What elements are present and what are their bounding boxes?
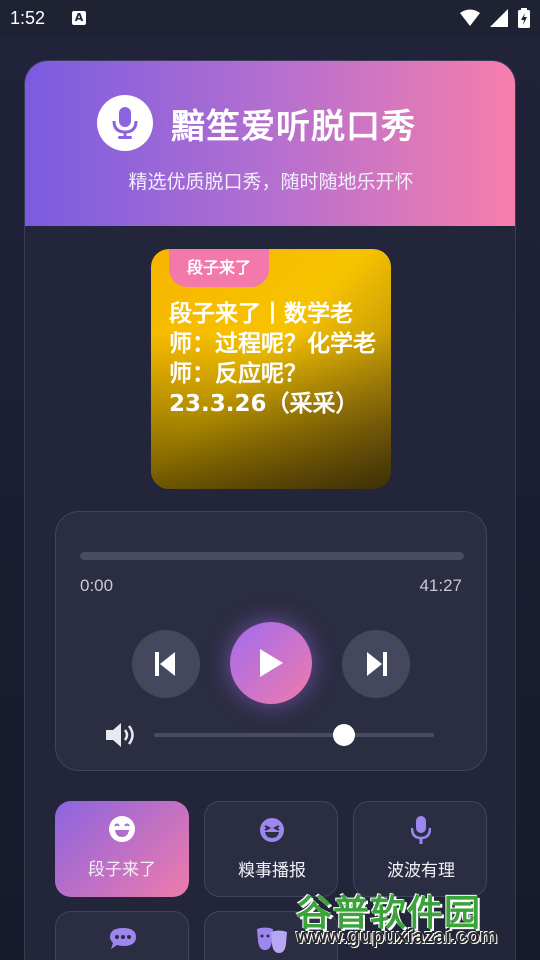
volume-icon[interactable]	[106, 722, 140, 748]
category-qiushi[interactable]: 糗事播报	[204, 801, 338, 897]
category-duanzi[interactable]: 段子来了	[55, 801, 189, 897]
masks-icon	[257, 927, 287, 953]
duration: 41:27	[419, 576, 462, 595]
progress-bar[interactable]	[80, 552, 464, 560]
app-title: 黯笙爱听脱口秀	[171, 107, 416, 147]
keyboard-a-icon: A	[72, 11, 86, 25]
play-icon	[260, 649, 283, 677]
laugh-squint-icon	[260, 818, 284, 842]
volume-knob[interactable]	[333, 724, 356, 746]
app-header: 黯笙爱听脱口秀 精选优质脱口秀，随时随地乐开怀	[25, 61, 515, 226]
main-card: 黯笙爱听脱口秀 精选优质脱口秀，随时随地乐开怀 段子来了 段子来了丨数学老师：过…	[24, 60, 516, 960]
status-icons	[460, 8, 530, 28]
category-icon-wrap	[354, 816, 488, 844]
category-icon-wrap	[55, 815, 189, 843]
category-label: 段子来了	[88, 860, 156, 880]
microphone-icon	[112, 107, 138, 139]
episode-title: 段子来了丨数学老师：过程呢？化学老师：反应呢？23.3.26（采采）	[169, 301, 376, 417]
microphone-icon	[411, 816, 431, 844]
next-button[interactable]	[342, 630, 410, 698]
laugh-icon	[109, 816, 135, 842]
status-bar: 1:52 A	[0, 0, 540, 36]
comment-icon	[110, 928, 136, 949]
skip-back-icon	[155, 652, 175, 676]
category-icon-wrap	[205, 816, 339, 844]
episode-cover[interactable]: 段子来了 段子来了丨数学老师：过程呢？化学老师：反应呢？23.3.26（采采）	[151, 249, 391, 489]
category-label: 糗事播报	[238, 861, 306, 881]
volume-slider[interactable]	[154, 724, 434, 746]
category-label: 波波有理	[387, 861, 455, 881]
cover-tag: 段子来了	[169, 249, 270, 287]
category-icon-wrap	[56, 926, 190, 952]
signal-icon	[490, 9, 508, 27]
app-subtitle: 精选优质脱口秀，随时随地乐开怀	[128, 171, 414, 193]
battery-icon	[518, 8, 530, 28]
skip-forward-icon	[367, 652, 387, 676]
category-comment[interactable]	[55, 911, 189, 960]
audio-player: 0:00 41:27	[55, 511, 487, 771]
logo	[97, 95, 153, 151]
watermark-url: www.gupuxiazai.com	[296, 926, 498, 948]
status-time: 1:52	[10, 8, 46, 28]
previous-button[interactable]	[132, 630, 200, 698]
current-time: 0:00	[80, 576, 114, 595]
wifi-icon	[460, 9, 480, 26]
category-bobo[interactable]: 波波有理	[353, 801, 487, 897]
play-button[interactable]	[230, 622, 312, 704]
